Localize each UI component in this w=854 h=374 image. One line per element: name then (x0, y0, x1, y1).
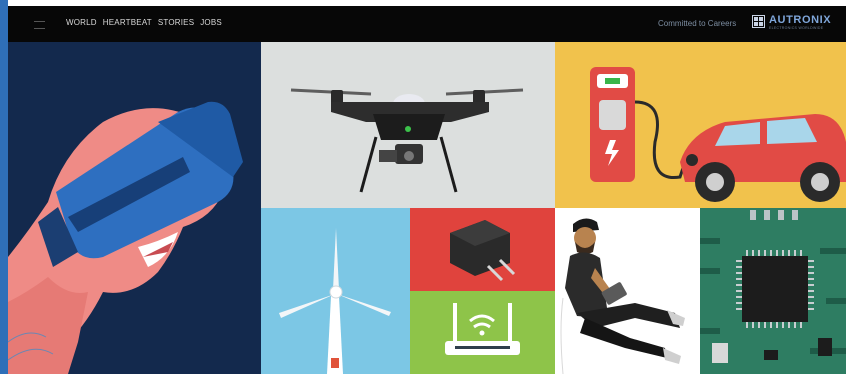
left-accent-bar (0, 0, 8, 374)
microchip-icon (700, 210, 846, 363)
vr-headset-icon (8, 101, 243, 374)
logo-tagline: ELECTRONICS WORLDWIDE (769, 26, 824, 30)
power-adapter-icon (450, 220, 516, 282)
wifi-router-icon (445, 303, 520, 355)
power-adapter-tile[interactable] (410, 208, 555, 291)
main-nav: WORLD HEARTBEAT STORIES JOBS (66, 18, 222, 27)
top-navigation-bar: WORLD HEARTBEAT STORIES JOBS Committed t… (8, 6, 846, 42)
drone-tile[interactable] (261, 42, 555, 208)
logo-name: AUTRONIX (769, 14, 832, 26)
page: WORLD HEARTBEAT STORIES JOBS Committed t… (0, 0, 854, 374)
logo-mark-icon (752, 15, 765, 28)
person-reading-tile[interactable] (555, 208, 700, 374)
person-reading-icon (560, 218, 685, 374)
wifi-router-tile[interactable] (410, 291, 555, 374)
circuit-board-tile[interactable] (700, 208, 846, 374)
nav-item-stories[interactable]: STORIES (158, 18, 194, 27)
nav-item-world[interactable]: WORLD (66, 18, 97, 27)
hamburger-menu-icon[interactable] (34, 21, 45, 29)
drone-icon (290, 88, 524, 193)
wind-turbine-tile[interactable] (261, 208, 410, 374)
ev-charger-icon (590, 67, 846, 202)
ev-charging-tile[interactable] (555, 42, 846, 208)
nav-item-heartbeat[interactable]: HEARTBEAT (103, 18, 152, 27)
vr-headset-tile[interactable] (8, 42, 261, 374)
brand-logo[interactable]: AUTRONIX ELECTRONICS WORLDWIDE (752, 15, 831, 31)
wind-turbine-icon (279, 228, 391, 374)
nav-item-jobs[interactable]: JOBS (200, 18, 222, 27)
careers-link[interactable]: Committed to Careers (658, 19, 736, 28)
right-margin (846, 0, 854, 374)
